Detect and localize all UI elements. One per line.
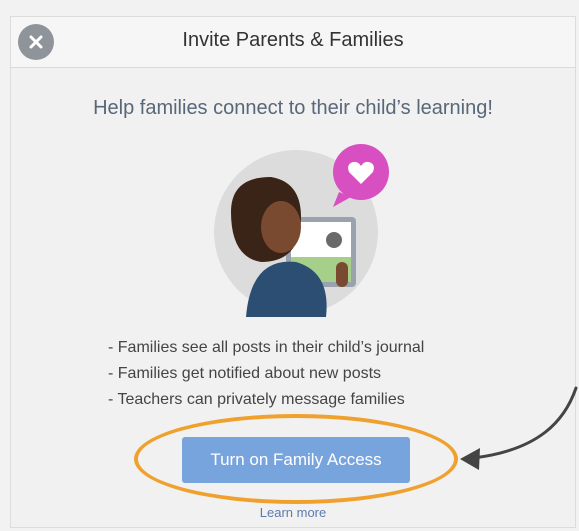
modal-title: Invite Parents & Families [182,29,404,51]
feature-list: Families see all posts in their child’s … [108,335,424,413]
learn-more-link[interactable]: Learn more [11,505,575,520]
modal-header: Invite Parents & Families [11,17,575,68]
feature-item: Families get notified about new posts [108,361,424,387]
heart-bubble [333,144,389,207]
family-illustration [214,144,389,317]
feature-item: Families see all posts in their child’s … [108,335,425,361]
modal-subtitle: Help families connect to their child’s l… [93,97,493,119]
pointer-arrow [460,386,578,470]
turn-on-family-access-button[interactable]: Turn on Family Access [182,437,410,483]
feature-item: Teachers can privately message families [108,387,424,413]
